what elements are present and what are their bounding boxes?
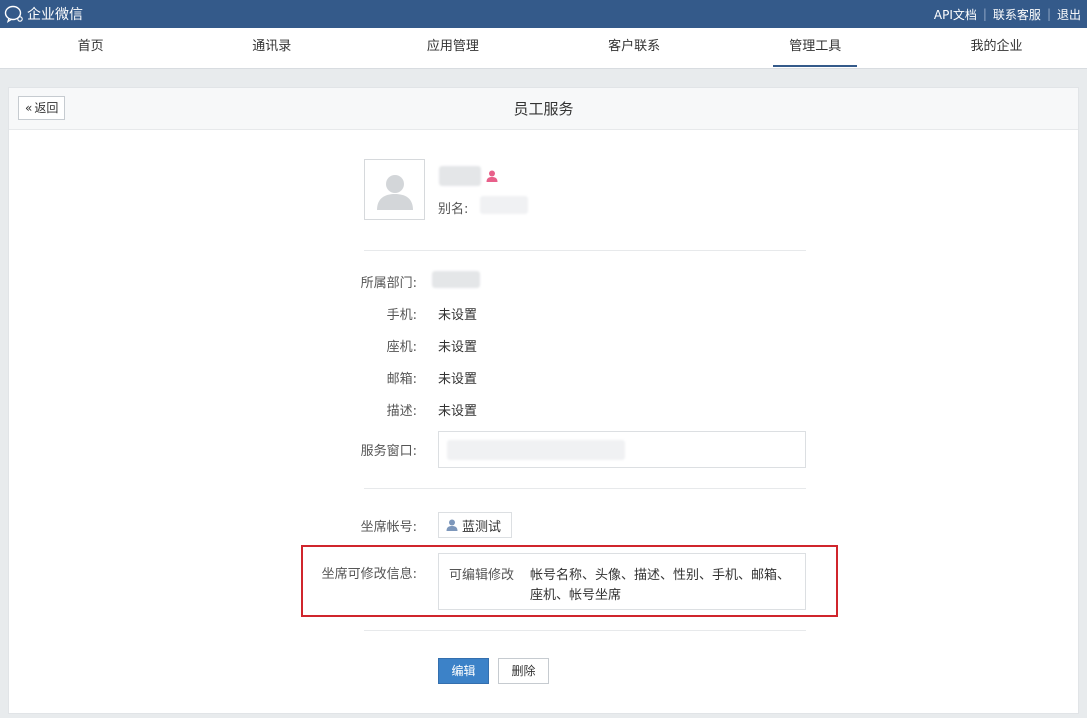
nav-app-management[interactable]: 应用管理 [362, 28, 543, 68]
default-user-avatar-icon [376, 174, 413, 210]
editable-fields-line-2: 座机、帐号坐席 [530, 588, 622, 603]
seat-account-tag[interactable]: 蓝测试 [438, 512, 513, 538]
female-gender-icon [486, 170, 498, 182]
seat-editable-label: 坐席可修改信息: [321, 567, 417, 582]
brand[interactable]: 企业微信 [4, 4, 83, 24]
avatar [364, 159, 425, 220]
contact-support-link[interactable]: 联系客服 [993, 6, 1041, 23]
divider [364, 250, 806, 251]
top-bar: 企业微信 API文档 | 联系客服 | 退出 [0, 0, 1087, 28]
api-docs-link[interactable]: API文档 [934, 6, 977, 23]
mobile-label: 手机: [386, 308, 417, 323]
mobile-value: 未设置 [438, 308, 478, 323]
panel-header: « 返回 员工服务 [9, 88, 1078, 130]
phone-label: 座机: [386, 340, 417, 355]
employee-service-panel: « 返回 员工服务 别名: 所属部门: 手机: 未设置 座机: 未设置 邮箱: … [8, 87, 1079, 714]
divider [364, 630, 806, 631]
seat-account-name: 蓝测试 [462, 519, 502, 535]
user-icon [446, 519, 458, 531]
email-label: 邮箱: [386, 372, 417, 387]
nav-my-enterprise[interactable]: 我的企业 [906, 28, 1087, 68]
email-value: 未设置 [438, 372, 478, 387]
seat-account-label: 坐席帐号: [360, 520, 417, 535]
service-window-label: 服务窗口: [360, 444, 417, 459]
brand-name: 企业微信 [27, 7, 83, 23]
description-value: 未设置 [438, 404, 478, 419]
editable-prefix: 可编辑修改 [449, 568, 515, 583]
redacted-department [432, 271, 480, 288]
back-button[interactable]: « 返回 [18, 96, 66, 120]
alias-label: 别名: [438, 202, 469, 217]
nav-customer-contact[interactable]: 客户联系 [544, 28, 725, 68]
separator: | [982, 7, 987, 21]
nav-contacts[interactable]: 通讯录 [181, 28, 362, 68]
redacted-alias [480, 196, 528, 214]
delete-button[interactable]: 删除 [498, 658, 549, 684]
main-nav: 首页 通讯录 应用管理 客户联系 管理工具 我的企业 [0, 28, 1087, 69]
editable-fields-line-1: 帐号名称、头像、描述、性别、手机、邮箱、 [530, 568, 791, 583]
seat-editable-box: 可编辑修改 帐号名称、头像、描述、性别、手机、邮箱、 座机、帐号坐席 [438, 553, 806, 610]
divider [364, 488, 806, 489]
phone-value: 未设置 [438, 340, 478, 355]
department-label: 所属部门: [360, 276, 417, 291]
top-links: API文档 | 联系客服 | 退出 [934, 6, 1081, 23]
service-window-box [438, 431, 806, 468]
nav-management-tools[interactable]: 管理工具 [725, 28, 906, 68]
logout-link[interactable]: 退出 [1057, 6, 1081, 23]
redacted-service-window [447, 440, 625, 460]
double-chevron-left-icon: « [25, 101, 33, 115]
page-title: 员工服务 [513, 100, 574, 118]
wework-logo-icon [4, 5, 23, 23]
description-label: 描述: [386, 404, 417, 419]
redacted-name [439, 166, 481, 186]
edit-button[interactable]: 编辑 [438, 658, 489, 684]
separator: | [1046, 7, 1051, 21]
nav-home[interactable]: 首页 [0, 28, 181, 68]
